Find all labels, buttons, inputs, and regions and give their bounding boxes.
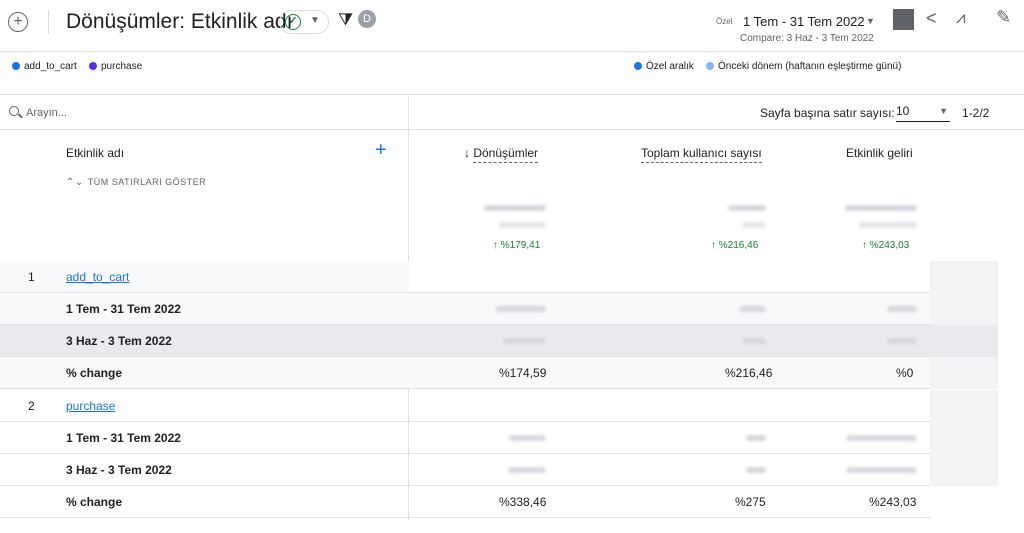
dimension-header[interactable]: Etkinlik adı <box>66 146 124 160</box>
rows-per-page-select[interactable]: 10 ▼ <box>896 102 950 122</box>
blurred-value <box>746 467 766 473</box>
event-link-purchase[interactable]: purchase <box>66 399 115 413</box>
total-change-conversions: ↑ %179,41 <box>493 240 541 251</box>
metric-header-event-revenue[interactable]: Etkinlik geliri <box>846 146 913 160</box>
row-gutter <box>930 454 998 486</box>
change-value: %216,46 <box>725 366 773 380</box>
sort-arrow-icon: ↓ <box>464 146 470 160</box>
change-value: %0 <box>896 366 914 380</box>
legend-item-previous-period[interactable]: Önceki dönem (haftanın eşleştirme günü) <box>706 61 901 72</box>
add-dimension-icon[interactable]: + <box>375 140 387 160</box>
chevron-down-icon: ▼ <box>866 16 875 26</box>
metric-header-total-users[interactable]: Toplam kullanıcı sayısı <box>641 146 762 163</box>
legend-dot <box>12 62 20 70</box>
period-label: 3 Haz - 3 Tem 2022 <box>66 463 172 477</box>
blurred-value <box>887 338 917 344</box>
blurred-value <box>742 338 766 344</box>
blurred-total <box>858 222 917 228</box>
table-row: 1 add_to_cart <box>0 261 998 293</box>
edit-icon[interactable]: ✎ <box>996 7 1011 28</box>
blurred-total <box>484 205 546 211</box>
search-icon <box>9 106 19 116</box>
blurred-value <box>746 435 766 441</box>
row-gutter <box>930 422 998 454</box>
blurred-value <box>846 435 917 441</box>
date-range-label: 1 Tem - 31 Tem 2022 <box>743 14 865 29</box>
unfold-icon: ⌃⌄ <box>66 177 84 188</box>
blurred-value <box>503 338 546 344</box>
legend-dot <box>634 62 642 70</box>
total-change-revenue: ↑ %243,03 <box>862 240 910 251</box>
table-row: 1 Tem - 31 Tem 2022 <box>0 293 998 325</box>
row-index: 1 <box>28 270 35 284</box>
row-gutter <box>930 261 998 293</box>
blurred-total <box>498 222 546 228</box>
table-row: 3 Haz - 3 Tem 2022 <box>0 325 998 357</box>
table-search <box>0 96 408 130</box>
change-label: % change <box>66 366 123 380</box>
change-value: %275 <box>735 495 766 509</box>
blurred-value <box>508 467 546 473</box>
blurred-value <box>509 435 546 441</box>
metric-header-conversions[interactable]: ↓ Dönüşümler <box>464 146 539 163</box>
table-row: 2 purchase <box>0 390 998 422</box>
header-divider <box>48 10 49 34</box>
filter-icon[interactable]: ⧩ <box>338 10 353 30</box>
row-gutter <box>930 486 998 518</box>
legend-item-custom-range[interactable]: Özel aralık <box>634 61 694 72</box>
blurred-value <box>887 306 917 312</box>
table-row: 3 Haz - 3 Tem 2022 <box>0 454 998 486</box>
search-input[interactable] <box>26 104 386 122</box>
legend-item-purchase[interactable]: purchase <box>89 61 142 72</box>
row-gutter <box>930 357 998 389</box>
blurred-total <box>728 205 766 211</box>
page-title: Dönüşümler: Etkinlik adı <box>66 10 293 33</box>
show-all-rows-button[interactable]: ⌃⌄ TÜM SATIRLARI GÖSTER <box>66 177 206 188</box>
row-gutter <box>930 390 998 422</box>
blurred-value <box>740 306 766 312</box>
chevron-down-icon: ▼ <box>310 15 320 26</box>
blurred-total <box>742 222 766 228</box>
change-value: %243,03 <box>869 495 917 509</box>
period-label: 3 Haz - 3 Tem 2022 <box>66 334 172 348</box>
page-count: 1-2/2 <box>962 106 990 120</box>
legend-bar: add_to_cart purchase Özel aralık Önceki … <box>0 53 1024 95</box>
add-comparison-icon[interactable]: + <box>8 12 28 32</box>
date-compare-label: Compare: 3 Haz - 3 Tem 2022 <box>740 33 874 44</box>
blurred-value <box>496 306 546 312</box>
blurred-total <box>845 205 917 211</box>
date-custom-label: Özel <box>716 17 733 26</box>
legend-item-add-to-cart[interactable]: add_to_cart <box>12 61 77 72</box>
share-icon[interactable]: < <box>926 8 937 29</box>
report-header: + Dönüşümler: Etkinlik adı ✓ ▼ ⧩ D Özel … <box>0 0 1024 52</box>
rows-per-page-label: Sayfa başına satır sayısı: <box>760 106 895 120</box>
legend-dot <box>89 62 97 70</box>
blurred-value <box>846 467 917 473</box>
status-dropdown[interactable]: ✓ ▼ <box>279 10 329 34</box>
table-row: 1 Tem - 31 Tem 2022 <box>0 422 998 454</box>
row-index: 2 <box>28 399 35 413</box>
insights-icon[interactable]: ⩘ <box>956 8 966 28</box>
row-gutter <box>930 293 998 325</box>
legend-dot <box>706 62 714 70</box>
check-circle-icon: ✓ <box>285 14 301 30</box>
row-gutter <box>930 325 998 357</box>
change-value: %174,59 <box>499 366 547 380</box>
avatar[interactable]: D <box>358 10 376 28</box>
chevron-down-icon: ▼ <box>939 106 948 116</box>
period-label: 1 Tem - 31 Tem 2022 <box>66 431 181 445</box>
period-label: 1 Tem - 31 Tem 2022 <box>66 302 181 316</box>
pagination: Sayfa başına satır sayısı: 10 ▼ 1-2/2 <box>409 96 1024 130</box>
date-range-picker[interactable]: Özel 1 Tem - 31 Tem 2022 ▼ Compare: 3 Ha… <box>716 14 886 48</box>
change-label: % change <box>66 495 123 509</box>
event-link-add-to-cart[interactable]: add_to_cart <box>66 270 129 284</box>
total-change-users: ↑ %216,46 <box>711 240 759 251</box>
table-row: % change %174,59 %216,46 %0 <box>0 357 998 389</box>
customize-report-icon[interactable] <box>893 9 914 30</box>
table-row: % change %338,46 %275 %243,03 <box>0 486 998 518</box>
change-value: %338,46 <box>499 495 547 509</box>
